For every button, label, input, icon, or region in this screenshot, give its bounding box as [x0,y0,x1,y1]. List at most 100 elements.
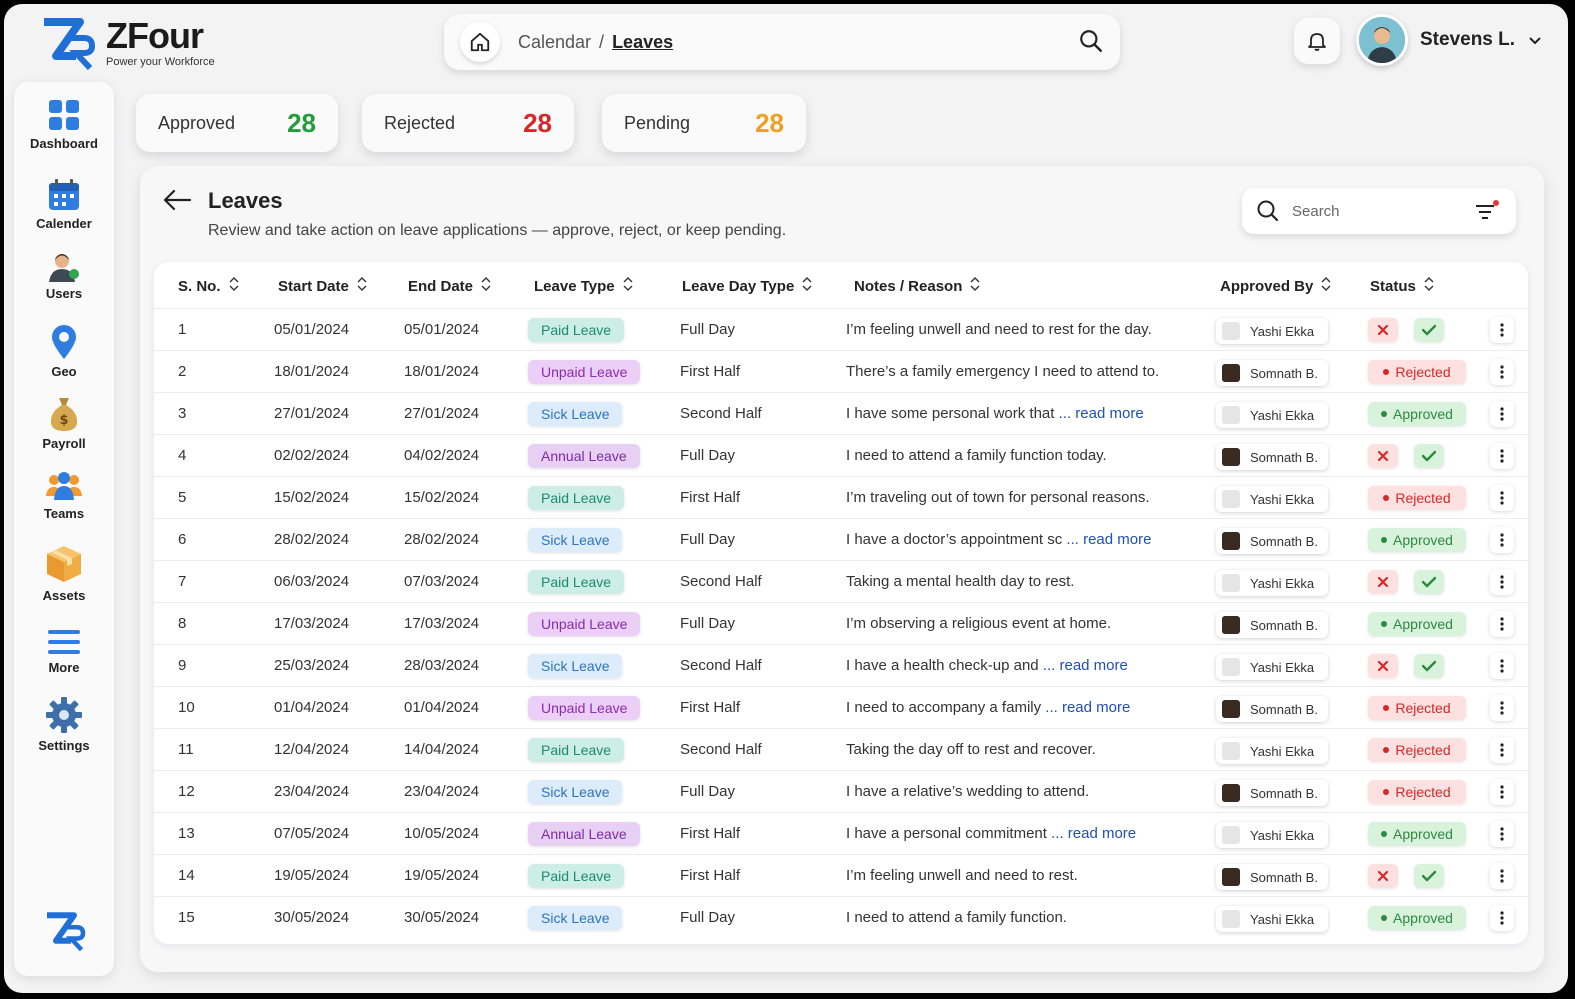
start-date: 01/04/2024 [274,699,350,716]
row-actions-button[interactable] [1490,443,1514,469]
approve-button[interactable] [1414,444,1444,468]
approver-chip[interactable]: Somnath B. [1216,780,1328,806]
approver-chip[interactable]: Yashi Ekka [1216,570,1328,596]
read-more-link[interactable]: ... read more [1054,405,1144,422]
row-actions-button[interactable] [1490,485,1514,511]
row-actions-button[interactable] [1490,611,1514,637]
reject-button[interactable] [1368,864,1398,888]
read-more-link[interactable]: ... read more [1062,531,1151,548]
approve-button[interactable] [1414,318,1444,342]
row-actions-button[interactable] [1490,863,1514,889]
approver-chip[interactable]: Somnath B. [1216,696,1328,722]
approver-chip[interactable]: Yashi Ekka [1216,822,1328,848]
user-menu[interactable]: Stevens L. [1356,14,1543,66]
reject-button[interactable] [1368,570,1398,594]
approver-chip[interactable]: Somnath B. [1216,360,1328,386]
sidebar-item-teams[interactable]: Teams [14,470,114,521]
notes-reason: I need to attend a family function today… [846,447,1107,464]
sidebar-item-dashboard[interactable]: Dashboard [14,98,114,151]
column-header[interactable]: Approved By [1220,277,1331,295]
sort-icon[interactable] [1321,277,1331,295]
sort-icon[interactable] [481,277,491,295]
column-header[interactable]: Start Date [278,277,367,295]
row-actions-button[interactable] [1490,653,1514,679]
read-more-link[interactable]: ... read more [1047,825,1136,842]
column-header[interactable]: Leave Type [534,277,633,295]
notifications-button[interactable] [1294,18,1340,64]
stat-card-pending[interactable]: Pending 28 [602,94,806,152]
reject-button[interactable] [1368,654,1398,678]
approve-button[interactable] [1414,864,1444,888]
sidebar-item-calender[interactable]: Calender [14,178,114,231]
stat-value: 28 [287,107,316,138]
status-badge: Rejected [1368,696,1466,720]
leave-day-type: First Half [680,363,740,380]
sort-icon[interactable] [357,277,367,295]
stat-card-rejected[interactable]: Rejected 28 [362,94,574,152]
stat-card-approved[interactable]: Approved 28 [136,94,338,152]
sidebar-item-more[interactable]: More [14,628,114,675]
approve-button[interactable] [1414,654,1444,678]
row-actions-button[interactable] [1490,905,1514,931]
leave-day-type: Full Day [680,783,736,800]
approver-chip[interactable]: Yashi Ekka [1216,654,1328,680]
column-header[interactable]: Notes / Reason [854,277,980,295]
status-text: Approved [1393,616,1453,632]
global-search-button[interactable] [1078,28,1104,59]
row-actions-button[interactable] [1490,821,1514,847]
sort-icon[interactable] [229,277,239,295]
sort-icon[interactable] [623,277,633,295]
breadcrumb-calendar[interactable]: Calendar [518,32,591,53]
table-row: 4 02/02/2024 04/02/2024 Annual Leave Full Da… [154,434,1528,476]
breadcrumb-leaves[interactable]: Leaves [612,32,673,53]
approver-chip[interactable]: Yashi Ekka [1216,738,1328,764]
sort-icon[interactable] [802,277,812,295]
approver-chip[interactable]: Yashi Ekka [1216,906,1328,932]
row-actions-button[interactable] [1490,401,1514,427]
avatar [1356,14,1408,66]
brand-logo[interactable]: ZFour Power your Workforce [40,16,215,70]
sidebar-item-assets[interactable]: Assets [14,544,114,603]
close-icon [1377,450,1389,462]
approver-chip[interactable]: Somnath B. [1216,444,1328,470]
filter-icon[interactable] [1474,200,1500,222]
column-header[interactable]: S. No. [178,277,239,295]
serial-number: 10 [178,699,195,716]
back-button[interactable] [162,188,192,217]
row-actions-button[interactable] [1490,779,1514,805]
avatar [1222,910,1240,928]
sort-icon[interactable] [1424,277,1434,295]
search-input[interactable] [1292,202,1462,220]
read-more-link[interactable]: ... read more [1041,699,1130,716]
sidebar-item-label: Payroll [42,436,86,451]
approver-chip[interactable]: Yashi Ekka [1216,402,1328,428]
serial-number: 11 [178,741,194,758]
zr-logo-small-icon [47,912,86,952]
sidebar-item-payroll[interactable]: $ Payroll [14,396,114,451]
approver-chip[interactable]: Somnath B. [1216,864,1328,890]
row-actions-button[interactable] [1490,359,1514,385]
sidebar-item-users[interactable]: Users [14,252,114,301]
row-actions-button[interactable] [1490,317,1514,343]
row-actions-button[interactable] [1490,569,1514,595]
reject-button[interactable] [1368,318,1398,342]
sidebar-item-geo[interactable]: Geo [14,324,114,379]
sort-icon[interactable] [970,277,980,295]
reject-button[interactable] [1368,444,1398,468]
row-actions-button[interactable] [1490,737,1514,763]
column-header[interactable]: Status [1370,277,1434,295]
column-header[interactable]: Leave Day Type [682,277,812,295]
home-button[interactable] [460,22,500,62]
column-header-label: End Date [408,277,474,295]
approver-chip[interactable]: Yashi Ekka [1216,486,1328,512]
read-more-link[interactable]: ... read more [1039,657,1128,674]
approve-button[interactable] [1414,570,1444,594]
approver-chip[interactable]: Yashi Ekka [1216,318,1328,344]
leave-type-badge: Unpaid Leave [528,360,641,384]
row-actions-button[interactable] [1490,527,1514,553]
column-header[interactable]: End Date [408,277,491,295]
sidebar-item-settings[interactable]: Settings [14,696,114,753]
row-actions-button[interactable] [1490,695,1514,721]
approver-chip[interactable]: Somnath B. [1216,612,1328,638]
approver-chip[interactable]: Somnath B. [1216,528,1328,554]
